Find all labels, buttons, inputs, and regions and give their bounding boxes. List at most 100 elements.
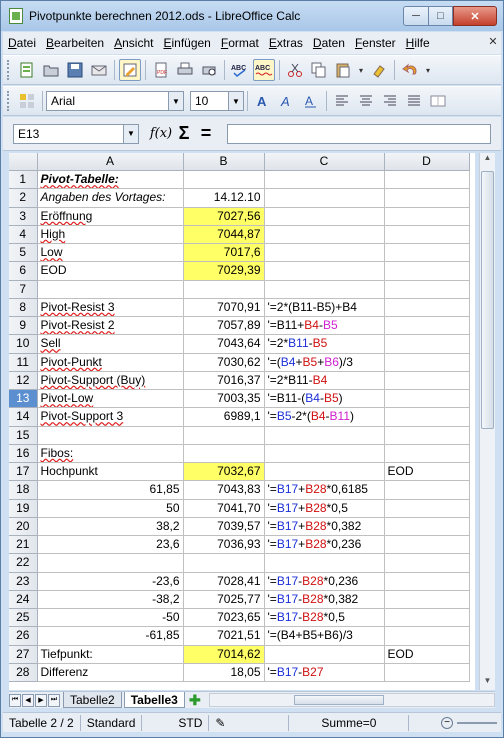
name-box[interactable]: E13 ▼	[13, 123, 139, 144]
cell-c20[interactable]: '=B17+B28*0,382	[264, 517, 385, 537]
cell-c18[interactable]: '=B17+B28*0,6185	[264, 480, 385, 500]
cell-a20[interactable]: 38,2	[37, 517, 184, 537]
cell-c17[interactable]	[264, 462, 385, 482]
new-document-icon[interactable]	[16, 59, 38, 81]
cell-c3[interactable]	[264, 207, 385, 226]
zoom-track[interactable]	[457, 721, 497, 724]
last-sheet-icon[interactable]: ⏭	[48, 693, 60, 707]
cell-a19[interactable]: 50	[37, 499, 184, 518]
column-header-c[interactable]: C	[264, 153, 385, 171]
cell-d20[interactable]	[384, 517, 470, 537]
cell-d28[interactable]	[384, 663, 470, 683]
cell-b25[interactable]: 7023,65	[183, 608, 265, 628]
row-header[interactable]: 13	[9, 389, 38, 409]
cell-c19[interactable]: '=B17+B28*0,5	[264, 499, 385, 518]
toolbar-grip[interactable]	[7, 60, 11, 80]
selection-mode[interactable]: STD	[172, 714, 210, 731]
scrollbar-thumb[interactable]	[481, 171, 494, 429]
undo-icon[interactable]	[399, 59, 421, 81]
row-header[interactable]: 21	[9, 535, 38, 555]
cell-d19[interactable]	[384, 499, 470, 518]
cell-c22[interactable]	[264, 553, 385, 573]
cell-a24[interactable]: -38,2	[37, 590, 184, 610]
font-name-combo[interactable]: Arial ▼	[46, 91, 184, 111]
row-header[interactable]: 28	[9, 663, 38, 683]
bold-icon[interactable]: A	[252, 90, 274, 112]
cell-b2[interactable]: 14.12.10	[183, 188, 265, 208]
row-header[interactable]: 12	[9, 371, 38, 391]
cell-a22[interactable]	[37, 553, 184, 573]
cell-c2[interactable]	[264, 188, 385, 208]
row-header[interactable]: 26	[9, 626, 38, 646]
cell-b20[interactable]: 7039,57	[183, 517, 265, 537]
spellcheck-icon[interactable]: ABC	[229, 59, 251, 81]
cell-b1[interactable]	[183, 170, 265, 190]
cell-a18[interactable]: 61,85	[37, 480, 184, 500]
spreadsheet-grid[interactable]: A B C D 1 Pivot-Tabelle: 2 Angaben des Vort…	[9, 153, 475, 690]
clone-formatting-icon[interactable]	[368, 59, 390, 81]
print-icon[interactable]	[174, 59, 196, 81]
row-header[interactable]: 18	[9, 480, 38, 500]
row-header[interactable]: 3	[9, 207, 38, 226]
cell-b17[interactable]: 7032,67	[183, 462, 265, 482]
align-left-icon[interactable]	[331, 90, 353, 112]
cell-d5[interactable]	[384, 243, 470, 263]
row-header[interactable]: 19	[9, 499, 38, 518]
cell-d2[interactable]	[384, 188, 470, 208]
justify-icon[interactable]	[403, 90, 425, 112]
tab-tabelle3[interactable]: Tabelle3	[123, 692, 185, 708]
cell-d27[interactable]: EOD	[384, 645, 470, 664]
cell-d9[interactable]	[384, 316, 470, 336]
cell-b18[interactable]: 7043,83	[183, 480, 265, 500]
cell-a5[interactable]: Low	[37, 243, 184, 263]
cell-c15[interactable]	[264, 426, 385, 445]
print-preview-icon[interactable]	[198, 59, 220, 81]
add-sheet-icon[interactable]: ✚	[187, 692, 203, 709]
paste-dropdown-icon[interactable]: ▾	[356, 59, 366, 81]
cell-a6[interactable]: EOD	[37, 261, 184, 281]
copy-icon[interactable]	[308, 59, 330, 81]
cell-a13[interactable]: Pivot-Low	[37, 389, 184, 409]
underline-icon[interactable]: A	[300, 90, 322, 112]
formula-icon[interactable]: =	[195, 123, 217, 144]
italic-icon[interactable]: A	[276, 90, 298, 112]
minimize-button[interactable]: ─	[403, 6, 429, 26]
cell-c10[interactable]: '=2*B11-B5	[264, 334, 385, 354]
cell-d26[interactable]	[384, 626, 470, 646]
page-style[interactable]: Standard	[81, 714, 143, 731]
row-header[interactable]: 8	[9, 298, 38, 318]
scrollbar-thumb[interactable]	[293, 695, 384, 705]
cell-b23[interactable]: 7028,41	[183, 572, 265, 591]
cell-c11[interactable]: '=(B4+B5+B6)/3	[264, 353, 385, 372]
scroll-down-icon[interactable]: ▼	[481, 676, 494, 690]
cell-b21[interactable]: 7036,93	[183, 535, 265, 555]
export-pdf-icon[interactable]: PDF	[150, 59, 172, 81]
cell-a25[interactable]: -50	[37, 608, 184, 628]
cell-c27[interactable]	[264, 645, 385, 664]
row-header[interactable]: 20	[9, 517, 38, 537]
menu-hilfe[interactable]: Hilfe	[401, 36, 435, 50]
cell-c28[interactable]: '=B17-B27	[264, 663, 385, 683]
open-folder-icon[interactable]	[40, 59, 62, 81]
row-header[interactable]: 14	[9, 407, 38, 427]
align-right-icon[interactable]	[379, 90, 401, 112]
cell-c12[interactable]: '=2*B11-B4	[264, 371, 385, 391]
cell-a9[interactable]: Pivot-Resist 2	[37, 316, 184, 336]
cell-d23[interactable]	[384, 572, 470, 591]
cell-c23[interactable]: '=B17-B28*0,236	[264, 572, 385, 591]
cell-a4[interactable]: High	[37, 225, 184, 245]
cell-a17[interactable]: Hochpunkt	[37, 462, 184, 482]
cell-b3[interactable]: 7027,56	[183, 207, 265, 226]
cell-b4[interactable]: 7044,87	[183, 225, 265, 245]
cell-b22[interactable]	[183, 553, 265, 573]
cell-c14[interactable]: '=B5-2*(B4-B11)	[264, 407, 385, 427]
tab-tabelle2[interactable]: Tabelle2	[63, 692, 122, 708]
row-header[interactable]: 17	[9, 462, 38, 482]
cell-c4[interactable]	[264, 225, 385, 245]
cell-b7[interactable]	[183, 280, 265, 299]
first-sheet-icon[interactable]: ⏮	[9, 693, 21, 707]
cell-b28[interactable]: 18,05	[183, 663, 265, 683]
menu-datei[interactable]: Datei	[3, 36, 41, 50]
cell-d13[interactable]	[384, 389, 470, 409]
cut-icon[interactable]	[284, 59, 306, 81]
